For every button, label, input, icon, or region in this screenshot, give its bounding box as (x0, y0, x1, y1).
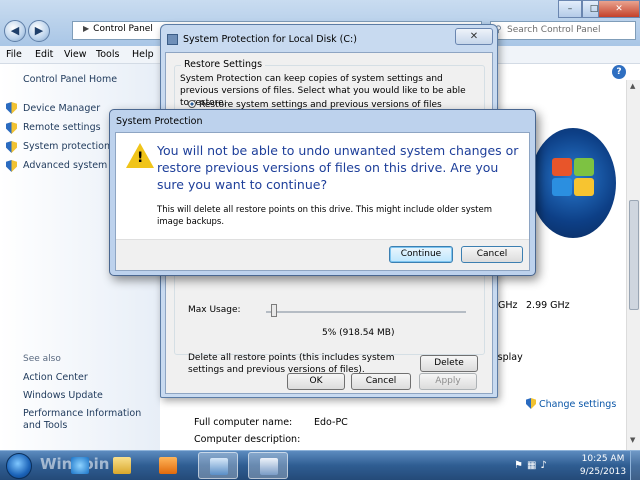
confirm-dialog-footer: Continue Cancel (116, 239, 529, 270)
clock-date[interactable]: 9/25/2013 (576, 467, 630, 477)
continue-button[interactable]: Continue (389, 246, 453, 263)
taskbar-explorer[interactable] (102, 452, 142, 479)
forward-button[interactable]: ▶ (28, 20, 50, 42)
see-also-heading: See also (23, 354, 61, 364)
shield-icon (526, 398, 536, 409)
confirm-dialog-title: System Protection (116, 116, 203, 127)
apply-button[interactable]: Apply (419, 373, 477, 390)
media-player-icon (159, 457, 177, 474)
system-protection-icon (167, 34, 178, 45)
dialog-title: System Protection for Local Disk (C:) (183, 34, 357, 45)
vertical-scrollbar[interactable]: ▲ ▼ (626, 80, 640, 450)
group-title: Restore Settings (181, 59, 266, 70)
cancel-button[interactable]: Cancel (351, 373, 411, 390)
search-placeholder: Search Control Panel (507, 25, 601, 35)
search-input[interactable]: ⚲ Search Control Panel (490, 21, 636, 40)
minimize-button[interactable]: – (558, 0, 582, 18)
control-panel-icon (210, 458, 228, 475)
confirm-content-text: This will delete all restore points on t… (157, 205, 493, 227)
shield-icon (6, 122, 17, 134)
scroll-up-icon[interactable]: ▲ (630, 82, 635, 90)
ie-icon (71, 457, 89, 474)
system-icon (260, 458, 278, 475)
taskbar-control-panel[interactable] (198, 452, 238, 479)
close-button[interactable]: ✕ (598, 0, 640, 18)
max-usage-slider-track[interactable] (266, 311, 466, 313)
taskbar-media-player[interactable] (148, 452, 188, 479)
start-button[interactable] (6, 453, 32, 479)
taskbar-ie[interactable] (60, 452, 100, 479)
radio-selected-icon (188, 100, 196, 108)
max-usage-label: Max Usage: (188, 305, 241, 315)
shield-icon (6, 102, 17, 114)
tray-volume-icon[interactable]: ♪ (540, 460, 550, 471)
delete-button[interactable]: Delete (420, 355, 478, 372)
folder-icon (113, 457, 131, 474)
back-button[interactable]: ◀ (4, 20, 26, 42)
confirm-dialog-body: ! You will not be able to undo unwanted … (115, 132, 530, 271)
menu-view[interactable]: View (64, 49, 87, 60)
confirm-dialog: System Protection ! You will not be able… (109, 109, 536, 276)
change-settings-link[interactable]: Change settings (526, 398, 616, 410)
shield-icon (6, 160, 17, 172)
help-icon[interactable]: ? (612, 65, 626, 79)
shield-icon (6, 141, 17, 153)
show-desktop-button[interactable] (630, 451, 640, 480)
menu-file[interactable]: File (6, 49, 22, 60)
display-text: isplay (495, 352, 523, 363)
control-panel-home-link[interactable]: Control Panel Home (23, 74, 117, 85)
windows-logo-icon (530, 128, 616, 238)
clock-time[interactable]: 10:25 AM (578, 454, 628, 464)
device-manager-link[interactable]: Device Manager (23, 103, 100, 114)
change-settings-label: Change settings (539, 399, 617, 410)
taskbar-system-protection[interactable] (248, 452, 288, 479)
main-instruction: You will not be able to undo unwanted sy… (157, 143, 519, 192)
menu-edit[interactable]: Edit (35, 49, 53, 60)
current-usage-value: 5% (918.54 MB) (322, 328, 395, 338)
ok-button[interactable]: OK (287, 373, 345, 390)
max-usage-slider-thumb[interactable] (271, 304, 277, 317)
menu-tools[interactable]: Tools (96, 49, 119, 60)
address-segment-control-panel[interactable]: Control Panel (93, 24, 153, 34)
system-tray[interactable]: ⚑▦♪ (514, 460, 551, 471)
performance-info-link[interactable]: Performance Information and Tools (23, 408, 153, 432)
windows-update-link[interactable]: Windows Update (23, 390, 103, 401)
action-center-link[interactable]: Action Center (23, 372, 88, 383)
full-computer-name-label: Full computer name: (194, 417, 293, 428)
warning-icon: ! (126, 143, 154, 168)
tray-flag-icon[interactable]: ⚑ (514, 460, 527, 471)
tray-network-icon[interactable]: ▦ (527, 460, 540, 471)
scroll-down-icon[interactable]: ▼ (630, 436, 635, 444)
scrollbar-thumb[interactable] (629, 200, 639, 310)
confirm-cancel-button[interactable]: Cancel (461, 246, 523, 263)
system-protection-link[interactable]: System protection (23, 141, 110, 152)
menu-help[interactable]: Help (132, 49, 154, 60)
dialog-close-button[interactable]: ✕ (455, 28, 493, 45)
remote-settings-link[interactable]: Remote settings (23, 122, 101, 133)
address-chevron-icon: ▶ (83, 24, 90, 33)
full-computer-name-value: Edo-PC (314, 417, 348, 428)
processor-speed-value-2: 2.99 GHz (526, 300, 570, 311)
computer-description-label: Computer description: (194, 434, 301, 445)
